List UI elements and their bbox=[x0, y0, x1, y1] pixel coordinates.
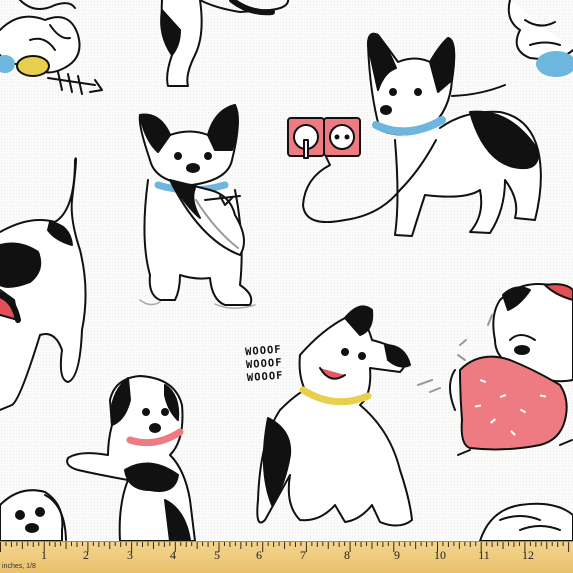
dog-bottom-right-partial bbox=[479, 502, 573, 542]
dog-pattern-illustration bbox=[0, 0, 573, 542]
dog-top-partial bbox=[160, 0, 290, 87]
ruler-number: 6 bbox=[256, 548, 262, 562]
pug-dog bbox=[449, 283, 573, 456]
ruler-number: 5 bbox=[214, 548, 220, 562]
terrier-dog bbox=[256, 305, 441, 527]
measuring-ruler: 1 2 3 4 5 6 7 8 9 10 11 12 inches, 1/8 bbox=[0, 541, 573, 573]
ruler-number: 12 bbox=[522, 548, 534, 562]
ruler-number: 1 bbox=[41, 548, 47, 562]
ruler-number: 8 bbox=[344, 548, 350, 562]
plant-top-right bbox=[507, 0, 573, 77]
spaniel-bottom-left bbox=[0, 489, 67, 542]
ruler-number: 4 bbox=[170, 548, 176, 562]
ruler-number: 11 bbox=[478, 548, 490, 562]
woof-text: WOOOF WOOOF WOOOF bbox=[245, 342, 310, 385]
power-socket bbox=[287, 117, 361, 159]
ruler-number: 7 bbox=[300, 548, 306, 562]
ruler-number: 9 bbox=[394, 548, 400, 562]
ruler-number: 10 bbox=[434, 548, 446, 562]
ruler-unit-label: inches, 1/8 bbox=[2, 563, 36, 570]
fabric-swatch: WOOOF WOOOF WOOOF 1 2 3 4 5 6 7 8 9 10 1… bbox=[0, 0, 573, 573]
ruler-number: 2 bbox=[83, 548, 89, 562]
ruler-number: 3 bbox=[127, 548, 133, 562]
dalmatian-dog bbox=[66, 375, 196, 542]
plant-top-left bbox=[0, 0, 103, 95]
french-bulldog bbox=[138, 104, 256, 309]
spotted-dog-left bbox=[0, 157, 87, 411]
